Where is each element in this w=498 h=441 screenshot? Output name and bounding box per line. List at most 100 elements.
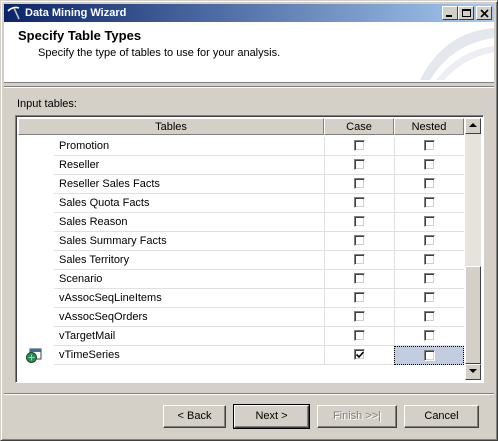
nested-checkbox[interactable]: [424, 350, 435, 361]
case-cell: [324, 251, 394, 270]
table-icon: [26, 348, 42, 366]
case-checkbox[interactable]: [354, 197, 365, 208]
case-checkbox[interactable]: [354, 159, 365, 170]
nested-checkbox[interactable]: [424, 311, 435, 322]
nested-checkbox[interactable]: [424, 178, 435, 189]
row-selector[interactable]: [18, 175, 54, 194]
table-name-cell[interactable]: Sales Quota Facts: [54, 194, 324, 213]
next-button[interactable]: Next >: [233, 404, 310, 429]
case-checkbox[interactable]: [354, 330, 365, 341]
wizard-window: Data Mining Wizard Specify Table Types S…: [0, 0, 498, 441]
table-name-cell[interactable]: vAssocSeqLineItems: [54, 289, 324, 308]
row-selector[interactable]: [18, 289, 54, 308]
header-separator: [4, 86, 494, 88]
nested-cell: [394, 327, 464, 346]
minimize-icon: [446, 15, 452, 17]
nested-checkbox[interactable]: [424, 235, 435, 246]
row-selector[interactable]: [18, 270, 54, 289]
back-button[interactable]: < Back: [163, 405, 226, 428]
scrollbar-thumb[interactable]: [465, 266, 481, 364]
table-name-cell[interactable]: vAssocSeqOrders: [54, 308, 324, 327]
table-row[interactable]: vAssocSeqLineItems: [18, 289, 464, 308]
row-selector[interactable]: [18, 156, 54, 175]
nested-checkbox[interactable]: [424, 197, 435, 208]
nested-checkbox[interactable]: [424, 273, 435, 284]
table-name-cell[interactable]: Reseller: [54, 156, 324, 175]
case-checkbox[interactable]: [354, 235, 365, 246]
row-selector[interactable]: [18, 251, 54, 270]
case-checkbox[interactable]: [354, 178, 365, 189]
table-row[interactable]: Sales Quota Facts: [18, 194, 464, 213]
minimize-button[interactable]: [442, 6, 458, 20]
case-cell: [324, 175, 394, 194]
case-cell: [324, 308, 394, 327]
table-name-cell[interactable]: Sales Reason: [54, 213, 324, 232]
scroll-up-button[interactable]: [465, 118, 481, 134]
nested-cell: [394, 175, 464, 194]
table-row[interactable]: Sales Reason: [18, 213, 464, 232]
nested-checkbox[interactable]: [424, 254, 435, 265]
cancel-button[interactable]: Cancel: [404, 405, 479, 428]
table-row[interactable]: Reseller: [18, 156, 464, 175]
case-checkbox[interactable]: [354, 292, 365, 303]
table-row[interactable]: Sales Territory: [18, 251, 464, 270]
wizard-swoosh-graphic: [420, 28, 494, 80]
table-name-cell[interactable]: Reseller Sales Facts: [54, 175, 324, 194]
case-checkbox[interactable]: [354, 140, 365, 151]
table-name-cell[interactable]: Sales Territory: [54, 251, 324, 270]
case-checkbox[interactable]: [354, 216, 365, 227]
case-cell: [324, 137, 394, 156]
arrow-up-icon: [469, 123, 477, 127]
nested-cell: [394, 251, 464, 270]
case-checkbox[interactable]: [354, 349, 365, 360]
page-subtitle: Specify the type of tables to use for yo…: [38, 47, 281, 59]
table-name-cell[interactable]: Sales Summary Facts: [54, 232, 324, 251]
row-selector[interactable]: [18, 346, 54, 365]
row-selector[interactable]: [18, 137, 54, 156]
column-header-nested[interactable]: Nested: [394, 118, 464, 135]
nested-checkbox[interactable]: [424, 216, 435, 227]
nested-cell: [394, 308, 464, 327]
vertical-scrollbar[interactable]: [465, 118, 481, 380]
nested-cell: [394, 156, 464, 175]
nested-checkbox[interactable]: [424, 292, 435, 303]
nested-cell: [394, 137, 464, 156]
case-cell: [324, 213, 394, 232]
table-row[interactable]: vTargetMail: [18, 327, 464, 346]
table-row[interactable]: Scenario: [18, 270, 464, 289]
scroll-down-button[interactable]: [465, 364, 481, 380]
case-checkbox[interactable]: [354, 254, 365, 265]
close-button[interactable]: [476, 6, 492, 20]
header-panel: Specify Table Types Specify the type of …: [4, 22, 494, 83]
table-row[interactable]: Reseller Sales Facts: [18, 175, 464, 194]
case-cell: [324, 327, 394, 346]
table-row[interactable]: vTimeSeries: [18, 346, 464, 365]
case-checkbox[interactable]: [354, 273, 365, 284]
table-row[interactable]: vAssocSeqOrders: [18, 308, 464, 327]
row-selector[interactable]: [18, 194, 54, 213]
row-selector[interactable]: [18, 232, 54, 251]
row-selector[interactable]: [18, 327, 54, 346]
table-name-cell[interactable]: Promotion: [54, 137, 324, 156]
row-selector[interactable]: [18, 213, 54, 232]
case-cell: [324, 346, 394, 365]
nested-cell: [394, 213, 464, 232]
nested-checkbox[interactable]: [424, 159, 435, 170]
title-bar[interactable]: Data Mining Wizard: [4, 4, 494, 22]
maximize-button[interactable]: [458, 6, 474, 20]
table-name-cell[interactable]: Scenario: [54, 270, 324, 289]
input-tables-grid[interactable]: Tables Case Nested Promotion Reseller Rese…: [15, 115, 484, 383]
table-name-cell[interactable]: vTimeSeries: [54, 346, 324, 365]
footer-separator: [4, 393, 494, 395]
table-row[interactable]: Promotion: [18, 137, 464, 156]
row-selector[interactable]: [18, 308, 54, 327]
finish-button[interactable]: Finish >>|: [317, 405, 397, 428]
nested-checkbox[interactable]: [424, 330, 435, 341]
column-header-case[interactable]: Case: [324, 118, 394, 135]
case-checkbox[interactable]: [354, 311, 365, 322]
column-header-tables[interactable]: Tables: [18, 118, 324, 135]
table-row[interactable]: Sales Summary Facts: [18, 232, 464, 251]
table-name-cell[interactable]: vTargetMail: [54, 327, 324, 346]
nested-checkbox[interactable]: [424, 140, 435, 151]
nested-cell: [394, 289, 464, 308]
